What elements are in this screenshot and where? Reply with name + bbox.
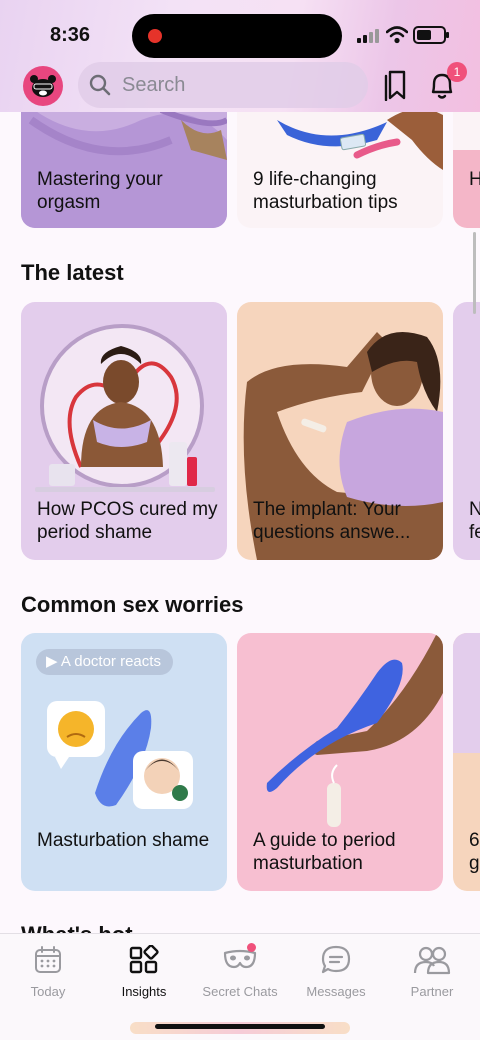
cellular-signal-icon [357, 29, 379, 43]
recording-indicator [148, 29, 162, 43]
scrollbar[interactable] [473, 232, 476, 314]
tab-insights[interactable]: Insights [96, 942, 192, 999]
article-card-period-masturbation[interactable]: A guide to period masturbation [237, 633, 443, 891]
bottom-tab-bar: Today Insights Secret Chats Messages Par… [0, 933, 480, 1040]
section-heading-sex-worries: Common sex worries [21, 592, 244, 617]
article-card-pcos[interactable]: How PCOS cured my period shame [21, 302, 227, 560]
article-card-masturbation-shame[interactable]: ▶ A doctor reacts Masturbation shame [21, 633, 227, 891]
tab-label: Partner [410, 984, 454, 999]
article-title: 6 g [469, 830, 480, 874]
search-bar[interactable] [78, 62, 368, 108]
notification-badge: 1 [447, 62, 467, 82]
tab-label: Secret Chats [202, 984, 278, 999]
bookmarks-icon[interactable] [383, 69, 409, 101]
home-indicator[interactable] [155, 1024, 325, 1029]
article-title: H... [469, 169, 480, 190]
tab-partner[interactable]: Partner [384, 942, 480, 999]
article-title: The implant: Your questions answe... [253, 499, 411, 543]
section-heading-latest: The latest [21, 260, 124, 285]
tab-label: Today [30, 984, 66, 999]
tab-label: Messages [306, 984, 366, 999]
article-card-partial[interactable]: N... fe... [453, 302, 480, 560]
status-time: 8:36 [50, 24, 91, 46]
tab-label: Insights [121, 984, 167, 999]
article-card-implant[interactable]: The implant: Your questions answe... [237, 302, 443, 560]
grid-icon [129, 945, 159, 974]
article-title: Mastering your orgasm [37, 169, 163, 213]
new-chat-dot [247, 943, 256, 952]
calendar-icon [35, 946, 61, 973]
tab-messages[interactable]: Messages [288, 942, 384, 999]
wifi-icon [386, 26, 408, 44]
tab-secret-chats[interactable]: Secret Chats [192, 942, 288, 999]
avatar[interactable] [23, 66, 63, 106]
search-icon [89, 74, 111, 96]
article-title: 9 life-changing masturbation tips [253, 169, 398, 213]
article-illustration [47, 701, 193, 809]
dynamic-island [132, 14, 342, 58]
bear-avatar-icon [30, 75, 56, 97]
insights-feed[interactable]: Mastering your orgasm 9 life-changing ma… [0, 0, 480, 935]
status-bar: 8:36 [0, 0, 480, 70]
article-title: N... fe... [469, 499, 480, 543]
chat-bubble-icon [321, 945, 351, 974]
article-title: How PCOS cured my period shame [37, 499, 218, 543]
article-title: A guide to period masturbation [253, 830, 396, 874]
battery-icon [413, 26, 449, 44]
article-card-partial[interactable]: 6 g [453, 633, 480, 891]
top-bar: 1 [0, 62, 480, 108]
partner-icon [413, 946, 451, 975]
tab-today[interactable]: Today [0, 942, 96, 999]
search-input[interactable] [122, 72, 352, 98]
article-title: Masturbation shame [37, 830, 210, 851]
